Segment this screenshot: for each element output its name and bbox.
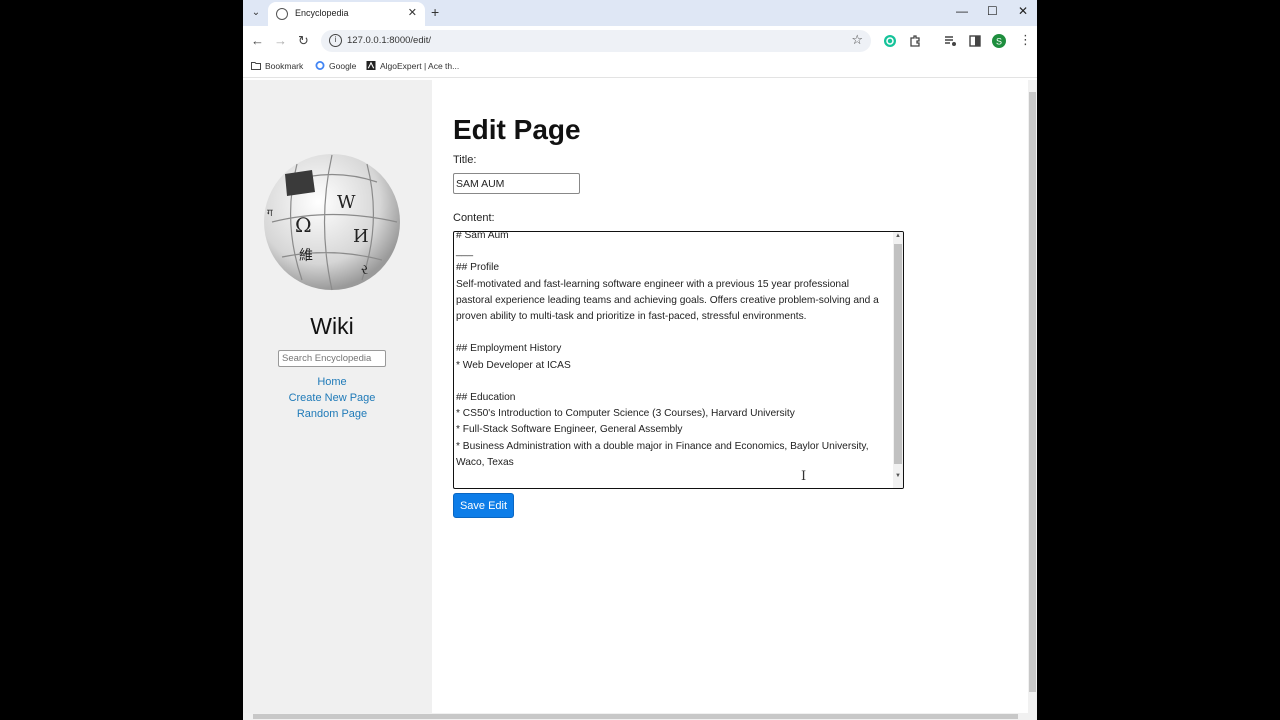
profile-initial: S <box>996 37 1002 47</box>
new-tab-icon[interactable]: + <box>431 4 439 20</box>
google-icon <box>315 61 325 70</box>
content-textarea[interactable]: # Sam Aum ___ ## Profile Self-motivated … <box>453 231 904 489</box>
content-text: # Sam Aum ___ ## Profile Self-motivated … <box>456 231 879 468</box>
bookmark-label: Bookmark <box>265 61 304 71</box>
toolbar: ← → ↻ i 127.0.0.1:8000/edit/ ☆ S ⋮ <box>243 26 1037 56</box>
reload-icon[interactable]: ↻ <box>298 33 309 49</box>
menu-icon[interactable]: ⋮ <box>1019 32 1032 48</box>
tab-search-icon[interactable]: ⌄ <box>247 4 265 22</box>
scroll-down-icon[interactable]: ▼ <box>895 473 901 479</box>
minimize-icon[interactable]: — <box>956 4 968 18</box>
svg-text:維: 維 <box>299 248 313 264</box>
bookmarks-bar: Bookmark Google AlgoExpert | Ace th... <box>243 56 1037 78</box>
side-panel-icon[interactable] <box>968 34 982 48</box>
site-title: Wiki <box>310 313 354 339</box>
content-label: Content: <box>453 212 495 224</box>
wikipedia-globe-logo: Ω W И 維 ર ग <box>264 154 400 291</box>
bookmark-google[interactable]: Google <box>315 61 356 71</box>
url-text: 127.0.0.1:8000/edit/ <box>347 35 431 46</box>
page-scroll-thumb[interactable] <box>1029 92 1036 692</box>
profile-avatar[interactable]: S <box>992 34 1006 48</box>
svg-text:ર: ર <box>361 262 368 278</box>
folder-icon <box>251 62 261 70</box>
bookmark-folder[interactable]: Bookmark <box>251 61 303 71</box>
algoexpert-icon <box>366 61 376 70</box>
horizontal-scrollbar[interactable] <box>243 713 1037 720</box>
window-close-icon[interactable]: ✕ <box>1018 4 1028 18</box>
save-edit-button[interactable]: Save Edit <box>453 493 514 518</box>
globe-icon <box>276 8 288 20</box>
svg-text:ग: ग <box>267 208 273 219</box>
bookmark-algoexpert[interactable]: AlgoExpert | Ace th... <box>366 61 459 71</box>
extensions-icon[interactable] <box>908 34 922 48</box>
maximize-icon[interactable]: ☐ <box>987 4 998 18</box>
sidebar: Ω W И 維 ર ग Wiki Home Create New Page Ra… <box>243 80 432 713</box>
text-cursor-icon: I <box>801 469 807 484</box>
nav-link-random-page[interactable]: Random Page <box>243 408 421 420</box>
forward-icon[interactable]: → <box>274 33 287 48</box>
svg-text:Ω: Ω <box>295 213 312 237</box>
nav-link-home[interactable]: Home <box>243 376 421 388</box>
page-content: Ω W И 維 ર ग Wiki Home Create New Page Ra… <box>243 80 1028 713</box>
site-info-icon[interactable]: i <box>329 34 342 47</box>
back-icon[interactable]: ← <box>251 33 264 48</box>
title-label: Title: <box>453 154 477 166</box>
title-input[interactable] <box>453 173 580 194</box>
bookmark-star-icon[interactable]: ☆ <box>851 32 863 48</box>
bookmark-label: Google <box>329 61 357 71</box>
nav-link-create-new-page[interactable]: Create New Page <box>243 392 421 404</box>
horizontal-scroll-thumb[interactable] <box>253 714 1018 719</box>
svg-text:W: W <box>337 192 356 213</box>
tab-encyclopedia[interactable]: Encyclopedia ✕ <box>268 2 425 26</box>
browser-window: ⌄ Encyclopedia ✕ + — ☐ ✕ ← → ↻ i 127.0.0… <box>243 0 1037 720</box>
svg-text:И: И <box>353 226 369 247</box>
tab-title: Encyclopedia <box>295 8 349 18</box>
address-bar[interactable]: i 127.0.0.1:8000/edit/ ☆ <box>321 30 871 52</box>
close-tab-icon[interactable]: ✕ <box>408 6 417 19</box>
page-scrollbar[interactable] <box>1028 80 1037 713</box>
page-title: Edit Page <box>453 114 581 145</box>
bookmark-label: AlgoExpert | Ace th... <box>380 61 460 71</box>
textarea-scroll-thumb[interactable] <box>894 244 902 464</box>
grammarly-icon[interactable] <box>883 34 897 48</box>
tab-strip: ⌄ Encyclopedia ✕ + — ☐ ✕ <box>243 0 1037 26</box>
scroll-up-icon[interactable]: ▲ <box>895 233 901 239</box>
media-icon[interactable] <box>943 34 957 48</box>
textarea-scrollbar[interactable]: ▲ ▼ <box>893 232 903 488</box>
search-input[interactable] <box>278 350 386 367</box>
